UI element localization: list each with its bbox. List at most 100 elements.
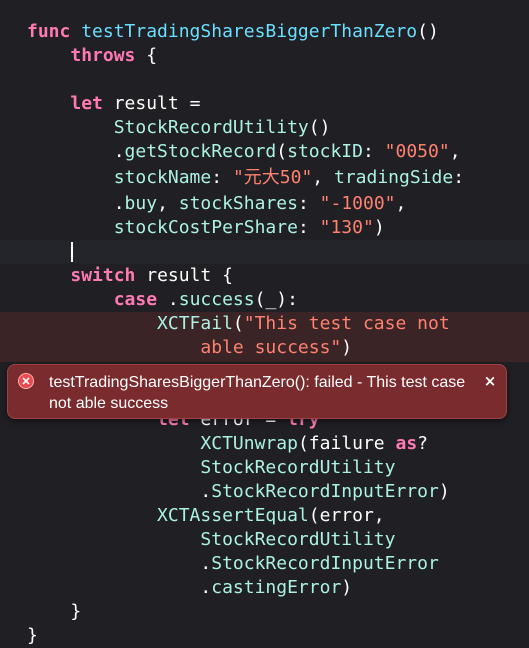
code-line[interactable]: XCTAssertEqual(error,	[0, 504, 529, 528]
code-line-text: stockName: "元大50", tradingSide:	[27, 166, 464, 190]
code-token: }	[27, 625, 38, 646]
code-token: StockRecordInputError	[211, 553, 439, 574]
code-token: success	[178, 289, 255, 310]
code-token: XCTUnwrap	[200, 433, 298, 454]
error-icon	[18, 373, 34, 389]
code-token: .	[27, 141, 125, 162]
text-cursor	[71, 242, 73, 262]
code-line[interactable]: XCTFail("This test case not	[0, 312, 529, 336]
code-line[interactable]: able success")	[0, 336, 529, 360]
code-token: ,	[395, 193, 407, 214]
code-token: case	[113, 289, 158, 310]
code-token: stockShares	[178, 193, 298, 214]
code-token: .	[27, 553, 212, 574]
code-editor[interactable]: func testTradingSharesBiggerThanZero() t…	[0, 0, 529, 646]
code-token: result {	[135, 265, 233, 286]
code-token: StockRecordUtility	[200, 457, 396, 478]
code-token: "130"	[319, 217, 374, 238]
code-token: .	[27, 577, 212, 598]
close-button[interactable]: ×	[482, 373, 498, 389]
code-line[interactable]: .castingError)	[0, 576, 529, 600]
code-token: {	[135, 45, 158, 66]
code-token: ,	[157, 193, 179, 214]
code-token: stockCostPerShare	[113, 217, 298, 238]
code-token: .	[27, 481, 212, 502]
code-token: (_):	[254, 289, 298, 310]
code-token: :	[453, 167, 465, 188]
code-line[interactable]: let result =	[0, 92, 529, 116]
code-line[interactable]: .getStockRecord(stockID: "0050",	[0, 140, 529, 164]
code-line-text: }	[27, 600, 81, 624]
code-line-text: StockRecordUtility()	[27, 116, 331, 140]
code-token: )	[341, 577, 353, 598]
code-token: (	[232, 313, 244, 334]
current-line-highlight	[0, 240, 529, 264]
code-line-text: XCTUnwrap(failure as?	[27, 432, 428, 456]
code-token: )	[341, 337, 353, 358]
code-token: stockName	[113, 167, 212, 188]
code-line[interactable]: .StockRecordInputError)	[0, 480, 529, 504]
code-line[interactable]: throws {	[0, 44, 529, 68]
code-line-text: XCTFail("This test case not	[27, 312, 450, 336]
code-line[interactable]: stockCostPerShare: "130")	[0, 216, 529, 240]
code-line[interactable]: StockRecordUtility	[0, 456, 529, 480]
code-line[interactable]: .StockRecordInputError	[0, 552, 529, 576]
code-token: (	[276, 141, 288, 162]
code-line[interactable]: }	[0, 600, 529, 624]
code-token: XCTAssertEqual	[157, 505, 309, 526]
code-line-text: func testTradingSharesBiggerThanZero()	[27, 20, 439, 44]
code-token: getStockRecord	[124, 141, 277, 162]
code-token: switch	[70, 265, 136, 286]
code-token: ,	[449, 141, 461, 162]
code-token: castingError	[211, 577, 342, 598]
code-token: "元大50"	[232, 167, 313, 188]
code-line[interactable]: func testTradingSharesBiggerThanZero()	[0, 20, 529, 44]
test-failure-popup[interactable]: testTradingSharesBiggerThanZero(): faile…	[7, 364, 507, 419]
code-token: func	[27, 21, 82, 42]
code-line[interactable]: StockRecordUtility()	[0, 116, 529, 140]
code-line-text: StockRecordUtility	[27, 528, 395, 552]
code-line-text: StockRecordUtility	[27, 456, 395, 480]
error-message: testTradingSharesBiggerThanZero(): faile…	[49, 374, 466, 412]
code-token: StockRecordUtility	[113, 117, 309, 138]
code-line[interactable]: StockRecordUtility	[0, 528, 529, 552]
code-line-text: switch result {	[27, 264, 233, 288]
code-token: XCTFail	[157, 313, 233, 334]
code-line[interactable]: XCTUnwrap(failure as?	[0, 432, 529, 456]
code-token: "-1000"	[319, 193, 396, 214]
code-token: )	[438, 481, 450, 502]
code-token: .	[157, 289, 179, 310]
code-line-text: .StockRecordInputError)	[27, 480, 450, 504]
code-token: able success"	[27, 337, 342, 358]
code-token: ()	[308, 117, 331, 138]
code-line[interactable]: .buy, stockShares: "-1000",	[0, 192, 529, 216]
code-token: "0050"	[384, 141, 450, 162]
code-token: :	[297, 193, 320, 214]
code-line[interactable]: case .success(_):	[0, 288, 529, 312]
code-token: ?	[417, 433, 429, 454]
code-line-text: XCTAssertEqual(error,	[27, 504, 385, 528]
code-line-text: throws {	[27, 44, 157, 68]
code-token: (error,	[308, 505, 385, 526]
code-line[interactable]: }	[0, 624, 529, 648]
code-token: throws	[70, 45, 136, 66]
code-line-text: able success")	[27, 336, 352, 360]
code-token: StockRecordUtility	[200, 529, 396, 550]
code-token: "This test case not	[243, 313, 450, 334]
code-line[interactable]: switch result {	[0, 264, 529, 288]
code-token: as	[395, 433, 418, 454]
code-token: result =	[102, 93, 201, 114]
code-token: :	[297, 217, 320, 238]
code-token: (failure	[297, 433, 396, 454]
code-line-text: .StockRecordInputError	[27, 552, 439, 576]
code-line[interactable]: stockName: "元大50", tradingSide:	[0, 166, 529, 190]
code-token: testTradingSharesBiggerThanZero	[81, 21, 418, 42]
